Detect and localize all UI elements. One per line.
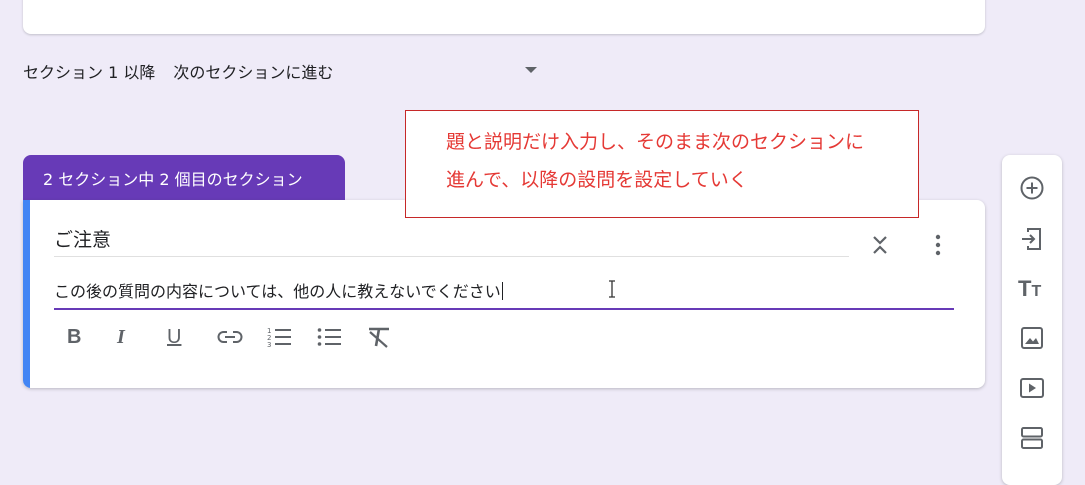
floating-toolbar: TT [1002,155,1062,485]
section-card: ご注意 この後の質問の内容については、他の人に教えないでください B I U 1… [23,200,985,388]
add-title-description-icon[interactable]: TT [1018,276,1041,305]
previous-section-card [23,0,985,34]
after-section-dropdown[interactable]: 次のセクションに進む [173,59,543,83]
section-description-input[interactable]: この後の質問の内容については、他の人に教えないでください [54,278,954,310]
callout-line-2: 進んで、以降の設問を設定していく [446,169,748,191]
bold-icon: B [67,325,82,348]
callout-line-1: 題と説明だけ入力し、そのまま次のセクションに [446,131,865,153]
underline-icon: U [167,325,182,348]
dropdown-caret-icon [525,67,538,73]
add-video-icon[interactable] [1019,375,1045,401]
after-section-label: セクション 1 以降 [23,63,156,82]
section-description-text: この後の質問の内容については、他の人に教えないでください [54,282,501,301]
bold-button[interactable]: B [67,322,117,352]
more-options-icon[interactable] [928,234,948,256]
bulleted-list-icon [317,328,341,346]
add-question-icon[interactable] [1019,175,1045,201]
clear-formatting-icon [369,327,389,348]
after-section-row: セクション 1 以降 次のセクションに進む [23,60,543,82]
section-header-label: 2 セクション中 2 個目のセクション [43,169,303,189]
card-focus-accent [23,200,30,388]
italic-icon: I [117,325,125,348]
format-toolbar: B I U 1 2 3 [67,322,417,352]
underline-button[interactable]: U [167,322,217,352]
numbered-list-button[interactable]: 1 2 3 [267,322,317,352]
bulleted-list-button[interactable] [317,322,367,352]
section-header-tab: 2 セクション中 2 個目のセクション [23,155,345,200]
link-icon [217,331,243,343]
link-button[interactable] [217,322,267,352]
import-questions-icon[interactable] [1019,226,1045,252]
clear-formatting-button[interactable] [367,322,417,352]
numbered-list-icon: 1 2 3 [267,327,291,348]
add-image-icon[interactable] [1019,325,1045,351]
italic-button[interactable]: I [117,322,167,352]
ibeam-cursor-icon [609,280,615,298]
svg-text:3: 3 [267,341,271,348]
add-title-icon-letter-small: T [1031,283,1042,300]
add-title-icon-letter-large: T [1018,276,1032,301]
collapse-section-icon[interactable] [869,234,891,256]
text-cursor [501,282,503,300]
annotation-callout: 題と説明だけ入力し、そのまま次のセクションに 進んで、以降の設問を設定していく [405,110,919,218]
section-title-input[interactable]: ご注意 [54,228,849,257]
add-section-icon[interactable] [1019,425,1045,451]
after-section-selected: 次のセクションに進む [173,63,334,82]
